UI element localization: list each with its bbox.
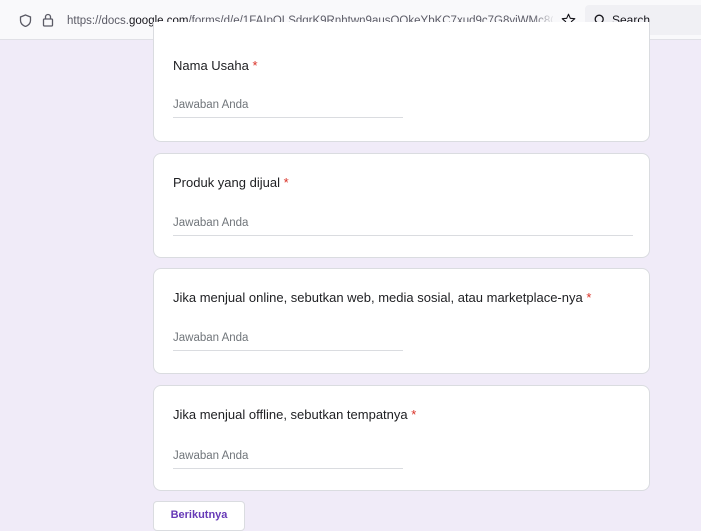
next-button[interactable]: Berikutnya bbox=[153, 501, 245, 531]
url-prefix: https://docs. bbox=[67, 15, 130, 27]
answer-input-produk[interactable]: Jawaban Anda bbox=[173, 215, 633, 236]
answer-input-offline[interactable]: Jawaban Anda bbox=[173, 448, 403, 469]
question-title-text: Jika menjual offline, sebutkan tempatnya bbox=[173, 407, 408, 422]
question-title: Jika menjual offline, sebutkan tempatnya… bbox=[173, 406, 416, 424]
question-title: Nama Usaha * bbox=[173, 57, 258, 75]
question-title: Produk yang dijual * bbox=[173, 174, 289, 192]
question-title-text: Jika menjual online, sebutkan web, media… bbox=[173, 290, 583, 305]
required-mark: * bbox=[283, 175, 289, 190]
question-title-text: Produk yang dijual bbox=[173, 175, 280, 190]
lock-icon[interactable] bbox=[42, 13, 54, 27]
required-mark: * bbox=[411, 407, 417, 422]
required-mark: * bbox=[252, 58, 258, 73]
answer-input-online[interactable]: Jawaban Anda bbox=[173, 330, 403, 351]
question-card-produk: Produk yang dijual * Jawaban Anda bbox=[153, 153, 650, 258]
question-card-online: Jika menjual online, sebutkan web, media… bbox=[153, 268, 650, 374]
question-title: Jika menjual online, sebutkan web, media… bbox=[173, 289, 591, 307]
shield-icon[interactable] bbox=[19, 14, 32, 27]
question-title-text: Nama Usaha bbox=[173, 58, 249, 73]
required-mark: * bbox=[586, 290, 592, 305]
question-card-offline: Jika menjual offline, sebutkan tempatnya… bbox=[153, 385, 650, 491]
answer-input-nama-usaha[interactable]: Jawaban Anda bbox=[173, 97, 403, 118]
question-card-nama-usaha: Nama Usaha * Jawaban Anda bbox=[153, 22, 650, 142]
